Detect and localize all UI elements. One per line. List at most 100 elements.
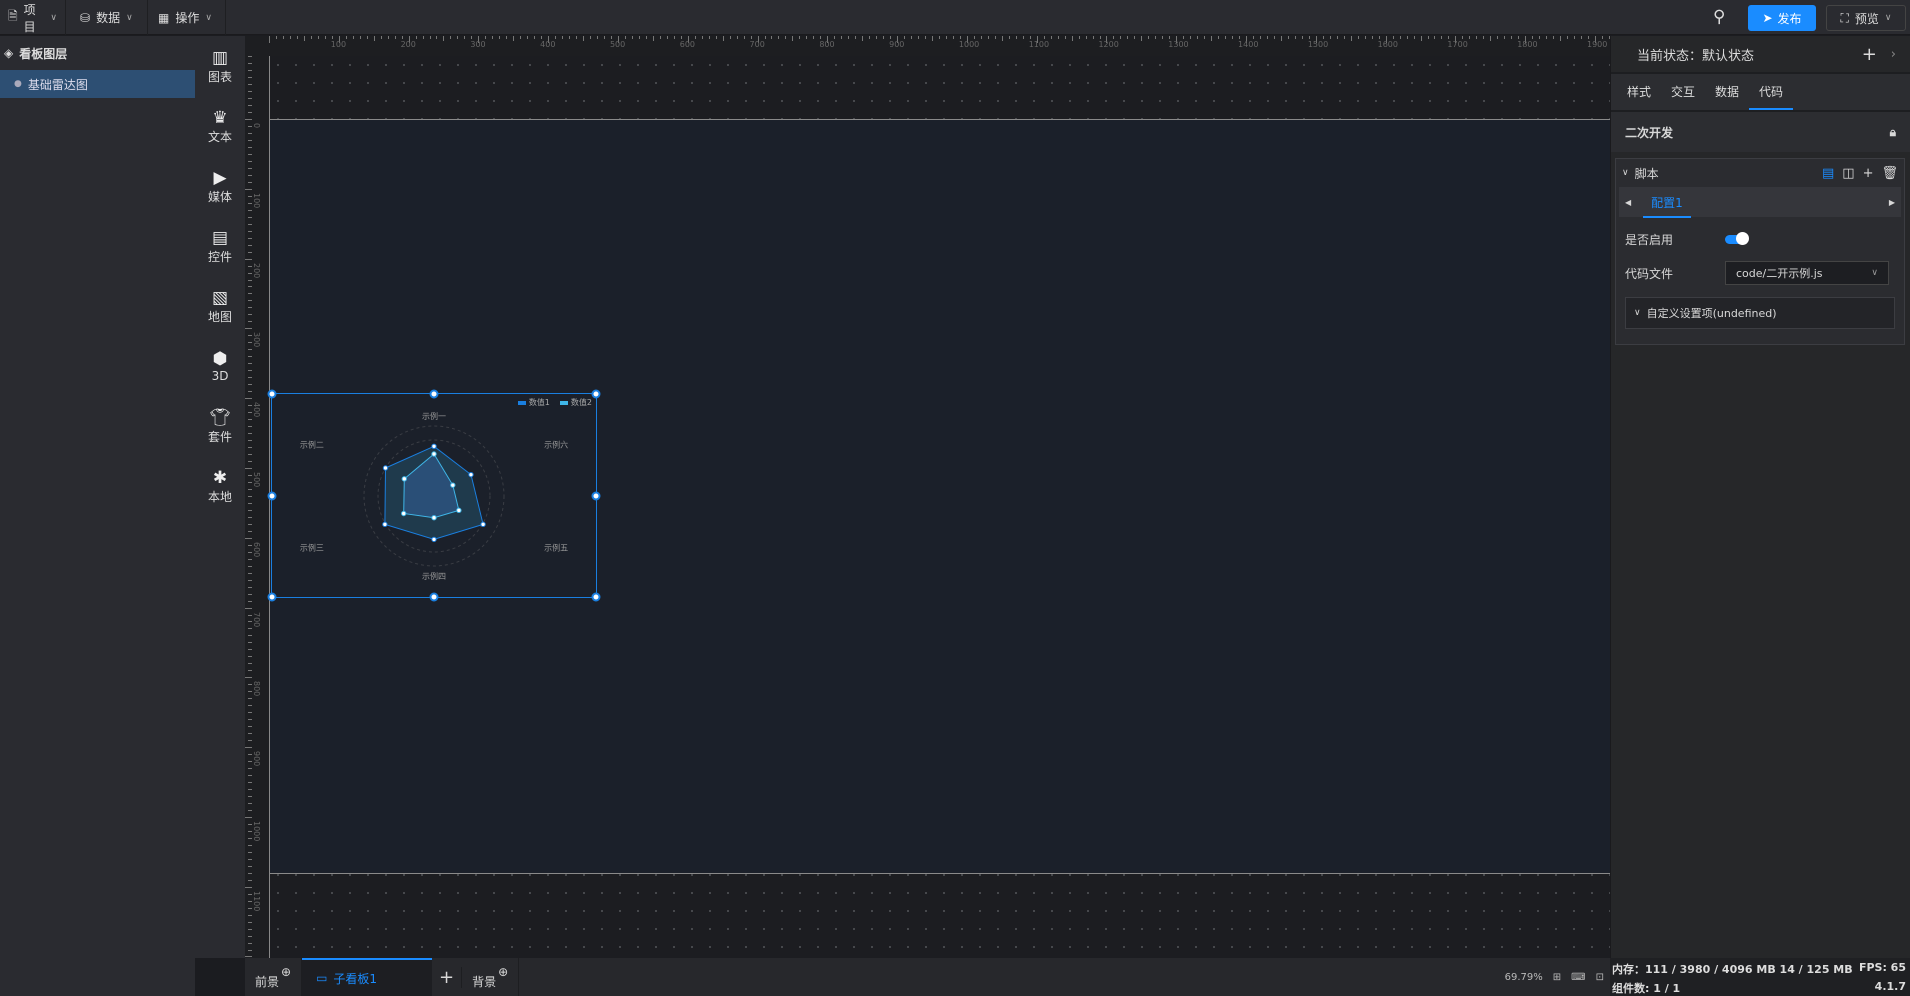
ruler-tick [1078,36,1080,39]
tool-chart[interactable]: ▥ 图表 [195,36,245,96]
search-icon[interactable]: ⚲ [1713,7,1725,27]
ruler-tick [980,36,982,39]
ruler-tick [1113,36,1115,39]
tool-puzzle[interactable]: ✱ 本地 [195,456,245,516]
ruler-label: 1600 [1377,40,1398,49]
ruler-tick [248,509,252,511]
tool-map[interactable]: ▧ 地图 [195,276,245,336]
menu-project[interactable]: 🗎 项目 ∨ [0,0,66,35]
resize-handle[interactable] [267,389,277,399]
resize-handle[interactable] [429,592,439,602]
lock-icon[interactable]: 🔒︎ [1890,125,1896,140]
next-arrow-icon[interactable]: ▶ [1889,198,1895,207]
ruler-label: 300 [470,40,486,49]
ruler-label: 800 [252,681,261,697]
add-circle-icon[interactable]: ⊕ [498,965,508,979]
send-icon: ➤ [1762,11,1773,25]
layout-icon[interactable]: ▤ [1822,166,1834,181]
board-tab[interactable]: ▭ 子看板1 [302,958,433,996]
layers-title: ◈ 看板图层 [4,46,68,61]
keyboard-icon[interactable]: ⌨ [1571,972,1585,983]
ruler-tick [245,258,252,260]
ruler-tick [945,36,947,39]
tool-media[interactable]: ▶ 媒体 [195,156,245,216]
legend-item[interactable]: 数值1 [517,397,550,408]
layer-item-radar[interactable]: ● 基础雷达图 [0,70,195,98]
fit-screen-icon[interactable]: ⊞ [1553,972,1561,983]
split-icon[interactable]: ◫ [1842,166,1854,181]
ruler-tick [248,879,252,881]
ruler-tick [248,440,252,442]
ruler-label: 600 [679,40,696,49]
ruler-tick [492,36,494,39]
radar-data-point [431,515,437,521]
vertical-ruler[interactable]: 0 100 200 300 400 500 600 700 800 900 1000 1100 [245,36,269,958]
tool-cube[interactable]: ⬢ 3D [195,336,245,396]
foreground-tab[interactable]: 前景 ⊕ [245,958,303,996]
ruler-tick [1560,36,1562,41]
ruler-tick [282,36,284,39]
ruler-tick [401,36,403,39]
preview-button[interactable]: ⛶ 预览 ∨ [1826,5,1906,31]
resize-handle[interactable] [591,491,601,500]
tool-control[interactable]: ▤ 控件 [195,216,245,276]
component-toolbar: ▥ 图表 ♛ 文本 ▶ 媒体 ▤ 控件 ▧ 地图 ⬢ 3D 👕︎ 套件 ✱ 本地 [195,36,245,958]
prev-arrow-icon[interactable]: ◀ [1625,198,1631,207]
ruler-label: 100 [330,40,347,49]
radar-data-point [400,510,407,517]
add-state-icon[interactable]: + [1862,44,1877,65]
ruler-tick [1266,36,1268,39]
ruler-tick [310,36,312,39]
publish-button[interactable]: ➤ 发布 [1748,5,1816,31]
add-icon[interactable]: + [1863,166,1874,181]
ruler-tick [638,36,640,39]
config-tab[interactable]: 配置1 [1643,189,1691,218]
background-tab[interactable]: 背景 ⊕ [462,958,520,996]
chevron-down-icon[interactable]: ∨ [1622,168,1629,178]
tool-shirt[interactable]: 👕︎ 套件 [195,396,245,456]
tab-style[interactable]: 样式 [1617,74,1661,110]
chevron-right-icon[interactable]: › [1891,47,1896,62]
grid-icon: ▦ [158,10,170,25]
ruler-tick [248,663,252,665]
ruler-tick [248,782,252,783]
resize-handle[interactable] [591,389,601,399]
ruler-tick [715,36,717,39]
code-file-label: 代码文件 [1625,266,1674,281]
tab-interaction[interactable]: 交互 [1661,74,1705,110]
ruler-tick [1490,36,1492,41]
ruler-tick [1413,36,1415,39]
ruler-tick [925,36,927,39]
console-icon[interactable]: ⊡ [1596,972,1604,983]
ruler-tick [1532,36,1534,39]
script-title: 脚本 [1634,166,1659,181]
resize-handle[interactable] [591,592,601,602]
add-board-button[interactable]: + [432,966,463,988]
custom-settings[interactable]: ∨ 自定义设置项(undefined) [1625,297,1895,329]
menu-operation[interactable]: ▦ 操作 ∨ [150,0,226,35]
radar-chart: 示例一示例二示例三示例四 示例五 示例六 [300,411,568,581]
legend-item[interactable]: 数值2 [559,397,592,408]
resize-handle[interactable] [267,491,277,500]
menu-data[interactable]: ⛁ 数据 ∨ [72,0,148,35]
radar-chart-component[interactable]: 示例一 示例二 示例三 示例四 示例五 示例六 数值1 数值2 [267,389,601,602]
ruler-tick [1015,36,1017,39]
resize-handle[interactable] [267,592,277,602]
ruler-tick [1469,36,1471,39]
resize-handle[interactable] [429,389,439,399]
tab-code[interactable]: 代码 [1749,74,1794,110]
ruler-tick [485,36,487,39]
enabled-toggle[interactable] [1725,231,1749,245]
ruler-label: 300 [252,332,261,348]
ruler-tick [848,36,850,39]
delete-icon[interactable]: 🗑︎ [1881,166,1898,181]
ruler-label: 400 [540,40,556,49]
ruler-label: 200 [252,262,261,278]
ruler-tick [248,321,252,323]
tab-data[interactable]: 数据 [1705,74,1749,110]
add-circle-icon[interactable]: ⊕ [281,965,291,979]
horizontal-ruler[interactable]: 0100200300400500600700800900100011001200… [245,36,1610,56]
ruler-tick [890,36,892,39]
tool-text[interactable]: ♛ 文本 [195,96,245,156]
code-file-select[interactable]: code/二开示例.js ∨ [1725,261,1889,285]
